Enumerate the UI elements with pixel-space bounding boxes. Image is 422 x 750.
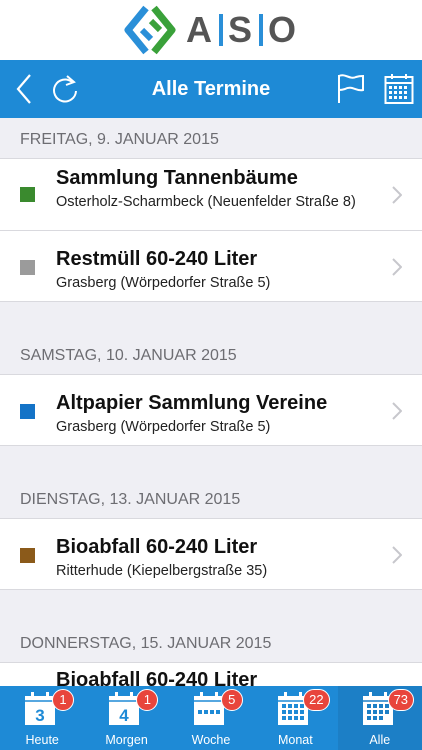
tab-alle[interactable]: 73 Alle [337,686,422,750]
logo-header: A S O [0,0,422,60]
calendar-day-number: 3 [35,706,44,725]
tab-badge: 1 [52,689,74,711]
category-color-swatch [20,187,35,202]
tab-heute[interactable]: 3 1 Heute [0,686,84,750]
section-spacer [0,590,422,622]
tab-badge: 22 [303,689,330,711]
item-title: Altpapier Sammlung Vereine [56,392,328,414]
chevron-right-icon [392,546,402,564]
flag-icon [338,74,364,103]
chevron-right-icon [392,258,402,276]
tab-bar: 3 1 Heute 4 1 Morgen 5 Woche 22 Monat 73… [0,686,422,750]
list-item[interactable]: Restmüll 60-240 Liter Grasberg (Wörpedor… [0,230,422,302]
chevron-right-icon [392,186,402,204]
flag-button[interactable] [334,60,368,118]
item-title: Sammlung Tannenbäume [56,167,298,189]
reload-icon [53,75,77,103]
item-subtitle: Grasberg (Wörpedorfer Straße 5) [56,419,271,435]
back-button[interactable] [10,60,38,118]
logo-letter-o: O [268,9,299,50]
calendar-button[interactable] [382,60,416,118]
tab-label: Woche [191,733,231,747]
logo-letter-s: S [227,9,254,50]
tab-label: Monat [277,733,313,747]
category-color-swatch [20,404,35,419]
item-subtitle: Ritterhude (Kiepelbergstraße 35) [56,563,268,579]
calendar-day-number: 4 [120,706,130,725]
section-header: FREITAG, 9. JANUAR 2015 [0,118,422,158]
item-subtitle: Grasberg (Wörpedorfer Straße 5) [56,275,271,291]
appointment-list[interactable]: FREITAG, 9. JANUAR 2015 Sammlung Tannenb… [0,118,422,686]
logo-letter-a: A [185,9,214,50]
app-window: A S O Alle Termine FREITAG, 9. JANUAR 20… [0,0,422,750]
tab-badge: 1 [136,689,159,711]
tab-morgen[interactable]: 4 1 Morgen [84,686,168,750]
list-item[interactable]: Altpapier Sammlung Vereine Grasberg (Wör… [0,374,422,446]
list-item[interactable]: Bioabfall 60-240 Liter Ritterhude (Kiepe… [0,518,422,590]
logo-separator [218,14,223,46]
tab-label: Morgen [105,733,148,747]
calendar-icon [384,74,414,104]
tab-monat[interactable]: 22 Monat [253,686,337,750]
tab-badge: 73 [387,689,415,711]
item-subtitle: Osterholz-Scharmbeck (Neuenfelder Straße… [56,194,356,210]
category-color-swatch [20,260,35,275]
aso-logo: A S O [124,4,298,56]
tab-label: Heute [25,733,59,747]
chevron-left-icon [16,74,31,104]
section-spacer [0,302,422,334]
item-title: Bioabfall 60-240 Liter [56,669,258,686]
section-header: DONNERSTAG, 15. JANUAR 2015 [0,622,422,662]
section-spacer [0,446,422,478]
navigation-bar: Alle Termine [0,60,422,118]
item-title: Bioabfall 60-240 Liter [56,536,258,558]
list-item[interactable]: Bioabfall 60-240 Liter [0,662,422,686]
logo-separator [259,14,263,46]
section-header: SAMSTAG, 10. JANUAR 2015 [0,334,422,374]
tab-badge: 5 [220,689,243,711]
reload-button[interactable] [48,60,82,118]
section-header: DIENSTAG, 13. JANUAR 2015 [0,478,422,518]
logo-wordmark: A S O [186,9,298,51]
tab-woche[interactable]: 5 Woche [169,686,253,750]
list-item[interactable]: Sammlung Tannenbäume Osterholz-Scharmbec… [0,158,422,230]
item-title: Restmüll 60-240 Liter [56,248,258,270]
aso-logo-mark-icon [124,5,176,55]
category-color-swatch [20,548,35,563]
chevron-right-icon [392,402,402,420]
tab-label: Alle [369,733,391,747]
